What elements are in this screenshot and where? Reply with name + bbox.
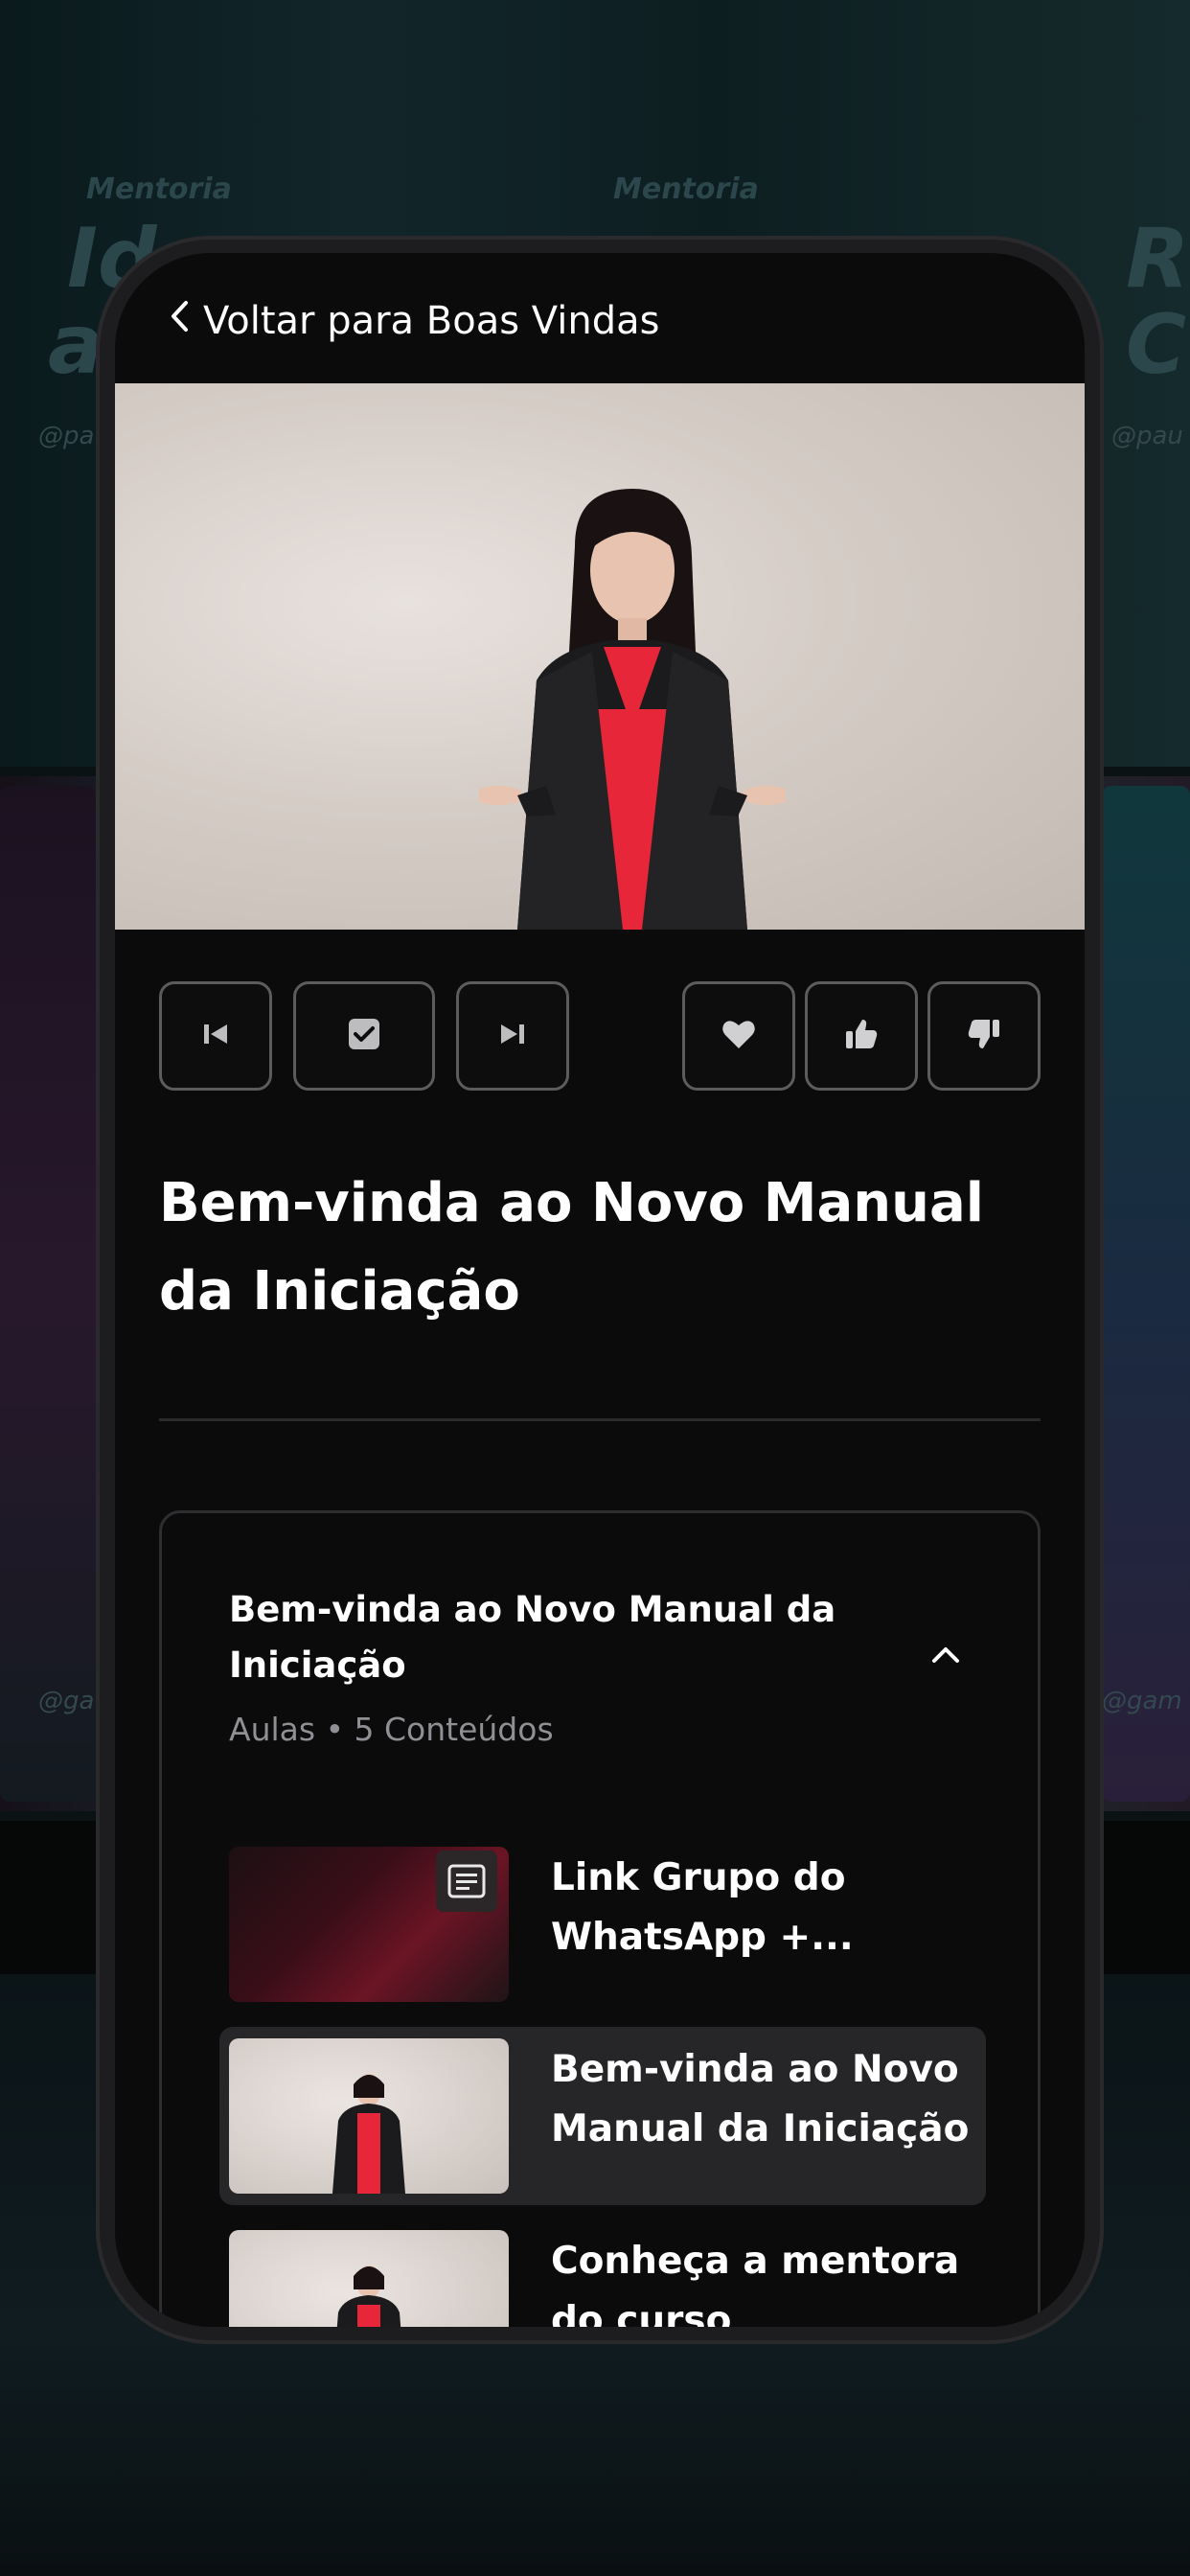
thumbs-down-icon: [965, 1015, 1003, 1057]
lesson-item[interactable]: Link Grupo do WhatsApp +...: [219, 1835, 986, 2013]
chevron-left-icon: [169, 299, 190, 343]
mark-complete-button[interactable]: [293, 981, 435, 1091]
module-title[interactable]: Bem-vinda ao Novo Manual da Iniciação: [229, 1582, 842, 1693]
previous-lesson-button[interactable]: [159, 981, 272, 1091]
checkbox-checked-icon: [345, 1015, 383, 1057]
lesson-item-label: Link Grupo do WhatsApp +...: [551, 1856, 854, 1959]
top-bar: Voltar para Boas Vindas: [115, 253, 1085, 397]
video-player[interactable]: [115, 383, 1085, 930]
heart-icon: [720, 1015, 758, 1057]
skip-previous-icon: [196, 1015, 235, 1057]
lesson-item-label: Conheça a mentora do curso: [551, 2240, 960, 2327]
like-button[interactable]: [805, 981, 918, 1091]
lesson-thumbnail: [229, 2230, 509, 2327]
next-lesson-button[interactable]: [456, 981, 569, 1091]
lesson-item[interactable]: Conheça a mentora do curso: [219, 2219, 986, 2327]
background-text: C: [1126, 297, 1187, 393]
video-frame-presenter: [479, 489, 786, 930]
background-text: Mentoria: [613, 172, 759, 206]
lesson-title: Bem-vinda ao Novo Manual da Iniciação: [159, 1172, 984, 1322]
lesson-item-active[interactable]: Bem-vinda ao Novo Manual da Iniciação: [219, 2027, 986, 2205]
background-panel: [1102, 786, 1190, 1802]
skip-next-icon: [493, 1015, 532, 1057]
module-subtitle: Aulas • 5 Conteúdos: [229, 1711, 554, 1748]
dislike-button[interactable]: [927, 981, 1041, 1091]
chevron-up-icon[interactable]: [927, 1636, 965, 1674]
background-handle: @pau: [1111, 422, 1183, 450]
module-card: Bem-vinda ao Novo Manual da Iniciação Au…: [159, 1510, 1041, 2327]
lesson-thumbnail: [229, 2038, 509, 2194]
document-icon: [436, 1851, 497, 1912]
lesson-item-label: Bem-vinda ao Novo Manual da Iniciação: [551, 2048, 970, 2150]
background-handle: @gam: [1102, 1687, 1182, 1715]
back-link[interactable]: Voltar para Boas Vindas: [169, 299, 659, 343]
phone-frame: Voltar para Boas Vindas Bem-vinda ao Nov…: [96, 236, 1104, 2344]
background-text: R: [1126, 211, 1190, 307]
back-link-label: Voltar para Boas Vindas: [203, 299, 660, 343]
background-handle: @ga: [38, 1687, 95, 1715]
background-panel: [0, 786, 96, 1802]
background-handle: @pa: [38, 422, 95, 450]
background-text: Mentoria: [86, 172, 232, 206]
player-controls: [159, 981, 1041, 1094]
phone-screen: Voltar para Boas Vindas Bem-vinda ao Nov…: [115, 253, 1085, 2327]
divider: [159, 1418, 1041, 1421]
thumbs-up-icon: [842, 1015, 881, 1057]
favorite-button[interactable]: [682, 981, 795, 1091]
